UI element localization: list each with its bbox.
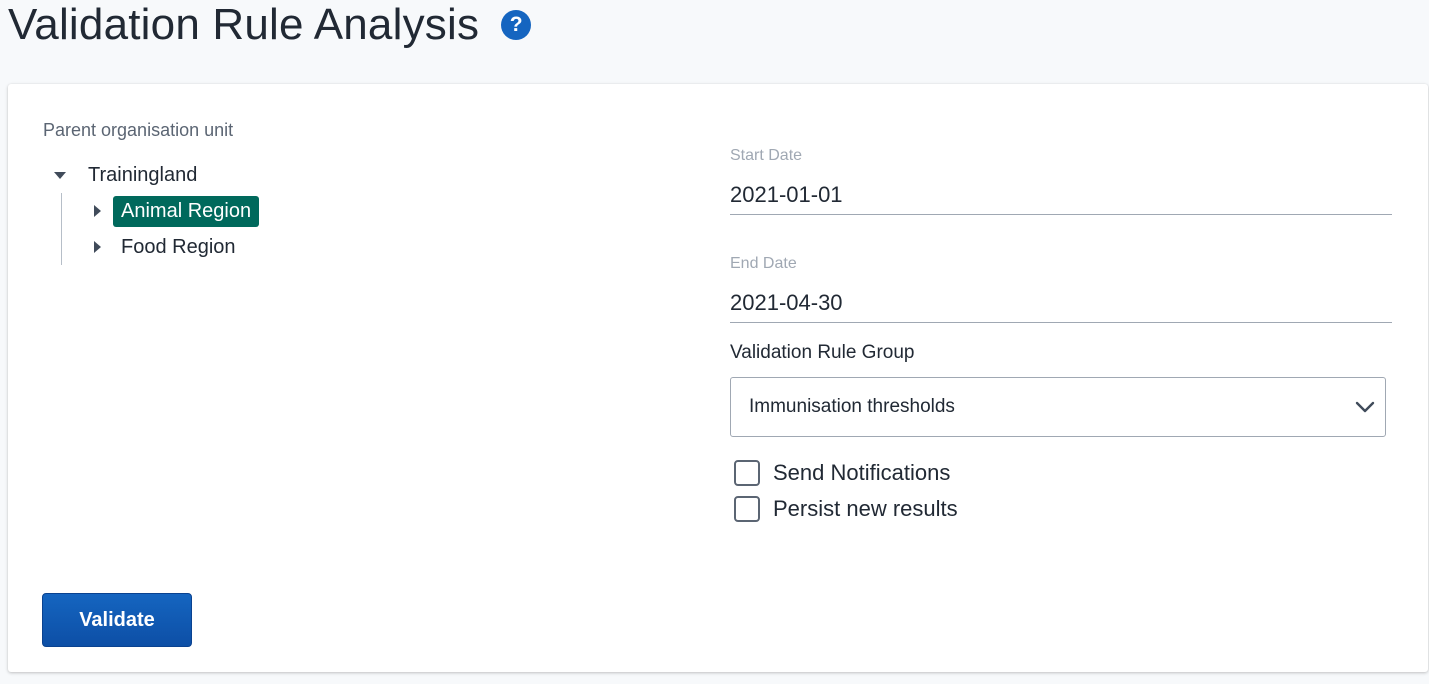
tree-children: Animal Region Food Region <box>61 193 260 265</box>
page: Validation Rule Analysis ? Parent organi… <box>0 0 1429 684</box>
send-notifications-checkbox[interactable] <box>734 460 760 486</box>
rule-group-label: Validation Rule Group <box>730 342 915 363</box>
tree-node-label[interactable]: Food Region <box>113 232 244 263</box>
tree-node-food-region: Food Region <box>94 229 259 265</box>
chevron-down-icon <box>1345 401 1385 413</box>
tree-node-root: Trainingland <box>52 157 259 193</box>
tree-node-label[interactable]: Animal Region <box>113 195 260 227</box>
tree-node-label[interactable]: Trainingland <box>88 160 205 191</box>
rule-group-value: Immunisation thresholds <box>749 396 955 417</box>
send-notifications-option[interactable]: Send Notifications <box>734 460 950 486</box>
rule-group-select[interactable]: Immunisation thresholds <box>730 377 1386 437</box>
org-unit-label: Parent organisation unit <box>43 120 234 140</box>
send-notifications-label: Send Notifications <box>773 460 951 485</box>
start-date-label: Start Date <box>730 147 803 164</box>
form-card: Parent organisation unit Trainingland An… <box>8 84 1428 672</box>
help-icon[interactable]: ? <box>501 10 532 40</box>
persist-results-label: Persist new results <box>773 496 958 521</box>
persist-results-option[interactable]: Persist new results <box>734 496 958 522</box>
end-date-input[interactable] <box>730 283 1392 323</box>
validate-button[interactable]: Validate <box>42 593 192 647</box>
page-title: Validation Rule Analysis <box>8 0 480 49</box>
caret-right-icon[interactable] <box>94 241 101 253</box>
org-unit-tree: Trainingland Animal Region Food Region <box>52 157 260 265</box>
caret-right-icon[interactable] <box>94 205 101 217</box>
caret-down-icon[interactable] <box>54 171 66 179</box>
end-date-label: End Date <box>730 255 797 272</box>
persist-results-checkbox[interactable] <box>734 496 760 522</box>
header: Validation Rule Analysis ? <box>8 0 532 54</box>
start-date-input[interactable] <box>730 175 1392 215</box>
tree-node-animal-region: Animal Region <box>94 193 260 229</box>
